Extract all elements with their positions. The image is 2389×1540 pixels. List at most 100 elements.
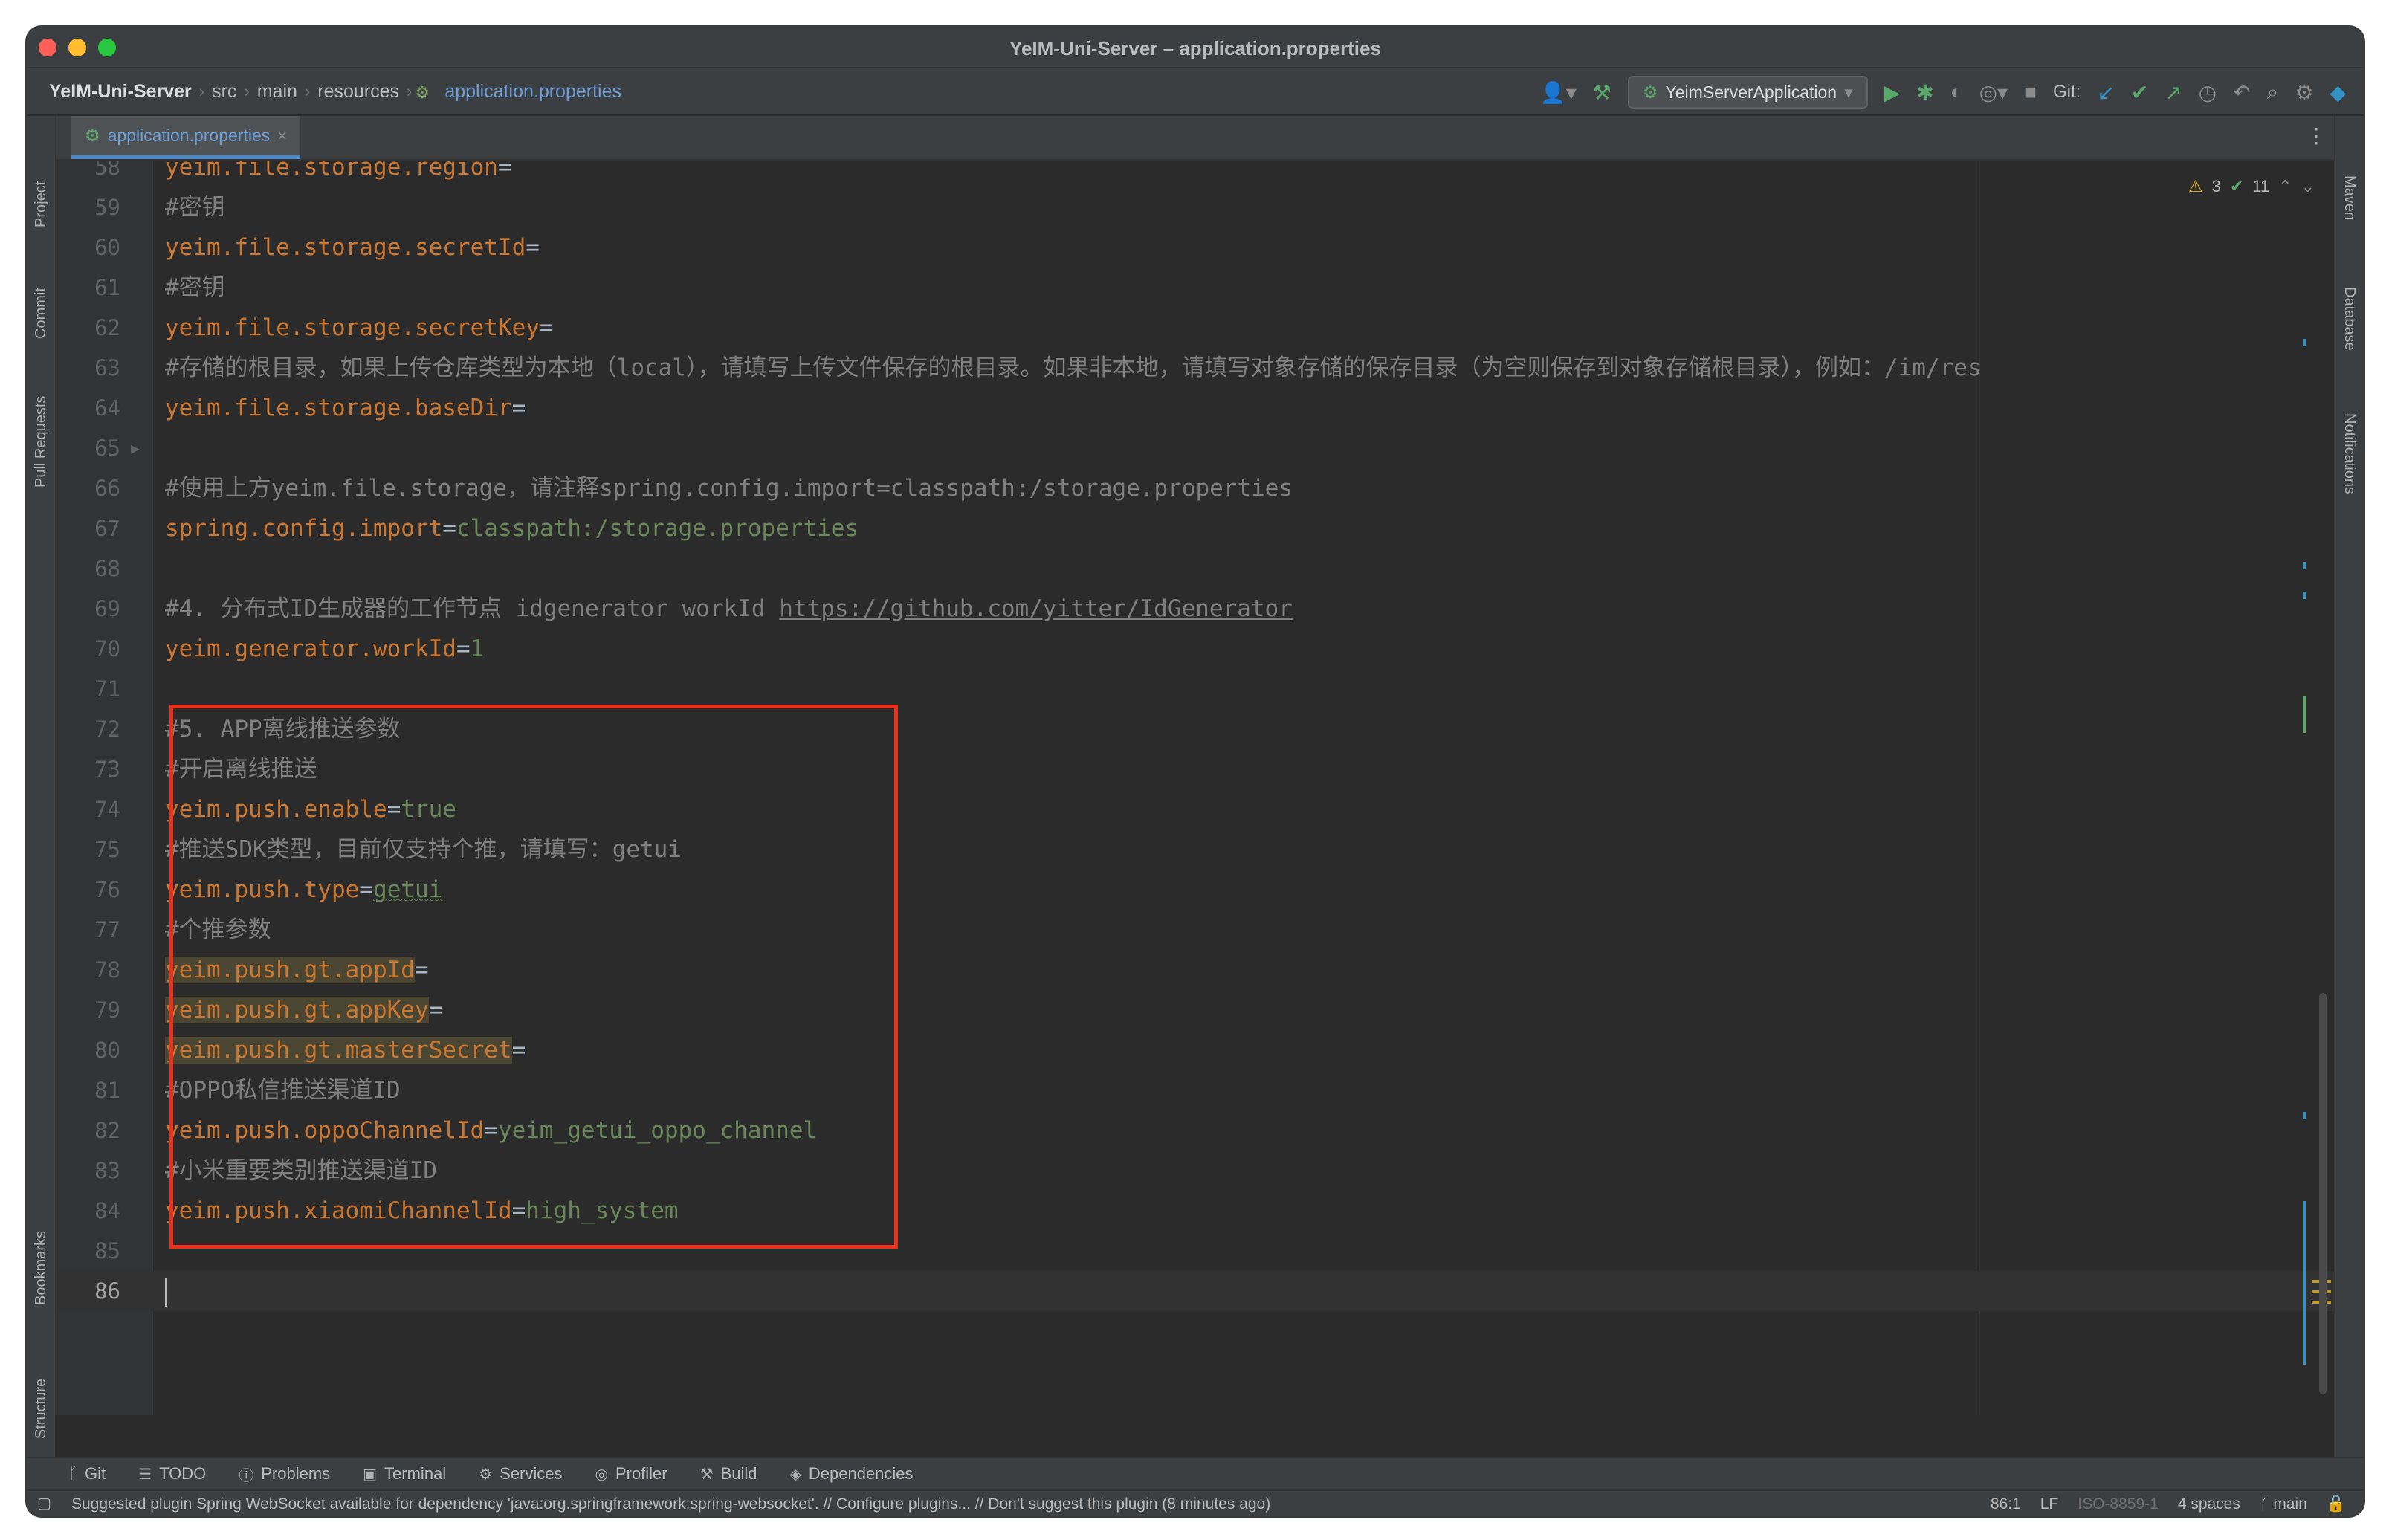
property-key: yeim.file.storage.baseDir — [165, 395, 512, 421]
coverage-icon[interactable]: ◐ — [1950, 80, 1963, 104]
editor-tab-bar: ⚙ application.properties × ⋮ — [56, 116, 2334, 161]
vertical-scrollbar[interactable] — [2319, 993, 2327, 1394]
change-marker — [2303, 1112, 2306, 1119]
git-commit-icon[interactable]: ✔ — [2131, 80, 2148, 105]
panel-toggle-icon[interactable]: ▢ — [37, 1494, 51, 1512]
code-line[interactable]: 60 yeim.file.storage.secretId= — [56, 227, 2334, 268]
profiler-icon: ◎ — [595, 1466, 608, 1483]
run-icon[interactable]: ▶ — [1884, 80, 1901, 105]
code-editor[interactable]: 58 yeim.file.storage.region= 59 #密钥 60 yeim.f… — [56, 161, 2334, 1415]
code-line[interactable]: 59 #密钥 — [56, 187, 2334, 227]
chevron-right-icon: › — [244, 82, 250, 100]
code-line[interactable]: 62 yeim.file.storage.secretKey= — [56, 308, 2334, 348]
status-widgets: 86:1 LF ISO-8859-1 4 spaces ᚴ main 🔓 — [1991, 1495, 2346, 1513]
search-icon[interactable]: ⌕ — [2267, 80, 2279, 105]
code-line[interactable]: 67 spring.config.import=classpath:/storag… — [56, 508, 2334, 549]
line-number: 71 — [94, 676, 120, 702]
history-icon[interactable]: ◷ — [2199, 80, 2217, 105]
line-number: 79 — [94, 997, 120, 1023]
line-separator[interactable]: LF — [2040, 1495, 2059, 1513]
comment-text: #4. 分布式ID生成器的工作节点 idgenerator workId — [165, 595, 780, 622]
code-line[interactable]: 69 #4. 分布式ID生成器的工作节点 idgenerator workId h… — [56, 589, 2334, 629]
line-number: 66 — [94, 476, 120, 501]
change-marker — [2303, 592, 2306, 599]
line-number: 72 — [94, 716, 120, 742]
code-line[interactable]: 68 — [56, 549, 2334, 589]
code-text: spring.config.import=classpath:/storage.… — [165, 508, 859, 549]
debug-bug-icon[interactable]: ✱ — [1916, 80, 1933, 105]
property-key: yeim.file.storage.secretId — [165, 234, 526, 261]
git-branch[interactable]: ᚴ main — [2260, 1495, 2307, 1513]
tool-dependencies[interactable]: ◈ Dependencies — [789, 1464, 913, 1484]
code-line[interactable]: 86 — [56, 1271, 2334, 1311]
code-line[interactable]: 65 ▶ — [56, 428, 2334, 468]
code-text: #存储的根目录，如果上传仓库类型为本地（local），请填写上传文件保存的根目录… — [165, 348, 1982, 388]
fold-arrow-icon[interactable]: ▶ — [131, 428, 140, 468]
layers-icon: ◈ — [789, 1466, 801, 1483]
chevron-right-icon: › — [304, 82, 311, 100]
git-push-icon[interactable]: ↗ — [2165, 80, 2182, 105]
hammer-icon: ⚒ — [699, 1466, 714, 1483]
breadcrumb-file[interactable]: application.properties — [440, 81, 626, 103]
tool-build[interactable]: ⚒ Build — [700, 1464, 757, 1484]
code-line[interactable]: 70 yeim.generator.workId=1 — [56, 629, 2334, 669]
build-hammer-icon[interactable]: ⚒ — [1593, 80, 1611, 105]
stop-icon[interactable]: ■ — [2024, 80, 2037, 104]
user-icon[interactable]: 👤▾ — [1540, 80, 1577, 105]
property-value: classpath:/storage.properties — [456, 515, 859, 542]
inspection-widget[interactable]: ⚠ 3 ✔ 11 ⌃ ⌄ — [2188, 177, 2315, 196]
status-bar: ▢ Suggested plugin Spring WebSocket avai… — [27, 1489, 2364, 1516]
lock-icon[interactable]: 🔓 — [2327, 1495, 2346, 1513]
tool-git[interactable]: ᚴ Git — [68, 1464, 106, 1484]
git-update-icon[interactable]: ↙ — [2097, 80, 2114, 105]
tool-todo[interactable]: ☰ TODO — [138, 1464, 206, 1484]
breadcrumb-src[interactable]: src — [207, 81, 241, 103]
main-toolbar: 👤▾ ⚒ ⚙ YeimServerApplication ▾ ▶ ✱ ◐ ◎▾ … — [1540, 68, 2346, 116]
close-icon[interactable]: × — [277, 126, 287, 146]
line-number: 81 — [94, 1078, 120, 1103]
run-configuration-select[interactable]: ⚙ YeimServerApplication ▾ — [1627, 76, 1868, 109]
code-text: yeim.generator.workId=1 — [165, 629, 484, 669]
equals-sign: = — [497, 161, 512, 181]
code-text: #4. 分布式ID生成器的工作节点 idgenerator workId htt… — [165, 589, 1293, 629]
breadcrumb: YeIM-Uni-Server › src › main › resources… — [27, 81, 626, 103]
indent-setting[interactable]: 4 spaces — [2178, 1495, 2240, 1513]
ok-count: 11 — [2252, 177, 2270, 195]
breadcrumb-resources[interactable]: resources — [313, 81, 404, 103]
caret-position[interactable]: 86:1 — [1991, 1495, 2021, 1513]
gear-icon[interactable]: ⚙ — [2295, 80, 2313, 105]
code-line[interactable]: 61 #密钥 — [56, 268, 2334, 308]
file-encoding[interactable]: ISO-8859-1 — [2078, 1495, 2159, 1513]
chevron-up-icon[interactable]: ⌃ — [2278, 177, 2292, 196]
property-key: yeim.generator.workId — [165, 635, 456, 662]
line-number: 76 — [94, 877, 120, 902]
code-line[interactable]: 71 — [56, 669, 2334, 709]
line-number: 63 — [94, 355, 120, 381]
breadcrumb-main[interactable]: main — [253, 81, 302, 103]
more-vertical-icon[interactable]: ⋮ — [2306, 123, 2327, 148]
code-line[interactable]: 58 yeim.file.storage.region= — [56, 161, 2334, 187]
breadcrumb-project[interactable]: YeIM-Uni-Server — [45, 81, 196, 103]
chevron-down-icon[interactable]: ⌄ — [2301, 177, 2315, 196]
rollback-icon[interactable]: ↶ — [2233, 80, 2250, 105]
change-marker — [2303, 339, 2306, 346]
comment-link[interactable]: https://github.com/yitter/IdGenerator — [779, 595, 1293, 622]
list-icon: ☰ — [138, 1466, 152, 1483]
profile-icon[interactable]: ◎▾ — [1979, 80, 2008, 105]
tab-application-properties[interactable]: ⚙ application.properties × — [71, 116, 301, 159]
code-line[interactable]: 64 yeim.file.storage.baseDir= — [56, 388, 2334, 428]
comment-text: #使用上方yeim.file.storage，请注释spring.config.… — [165, 475, 1293, 502]
tool-services[interactable]: ⚙ Services — [479, 1464, 562, 1484]
equals-sign: = — [511, 395, 526, 421]
code-line[interactable]: 63 #存储的根目录，如果上传仓库类型为本地（local），请填写上传文件保存的根… — [56, 348, 2334, 388]
line-number: 75 — [94, 837, 120, 862]
tool-terminal[interactable]: ▣ Terminal — [363, 1464, 446, 1484]
terminal-icon: ▣ — [363, 1466, 378, 1483]
code-line[interactable]: 66 #使用上方yeim.file.storage，请注释spring.confi… — [56, 468, 2334, 508]
tool-problems[interactable]: ⓘ Problems — [239, 1463, 330, 1485]
tool-profiler[interactable]: ◎ Profiler — [595, 1464, 667, 1484]
ide-logo-icon[interactable]: ◆ — [2330, 80, 2346, 105]
status-message[interactable]: Suggested plugin Spring WebSocket availa… — [71, 1495, 1270, 1513]
info-icon: ⓘ — [239, 1467, 254, 1484]
services-icon: ⚙ — [479, 1466, 493, 1483]
